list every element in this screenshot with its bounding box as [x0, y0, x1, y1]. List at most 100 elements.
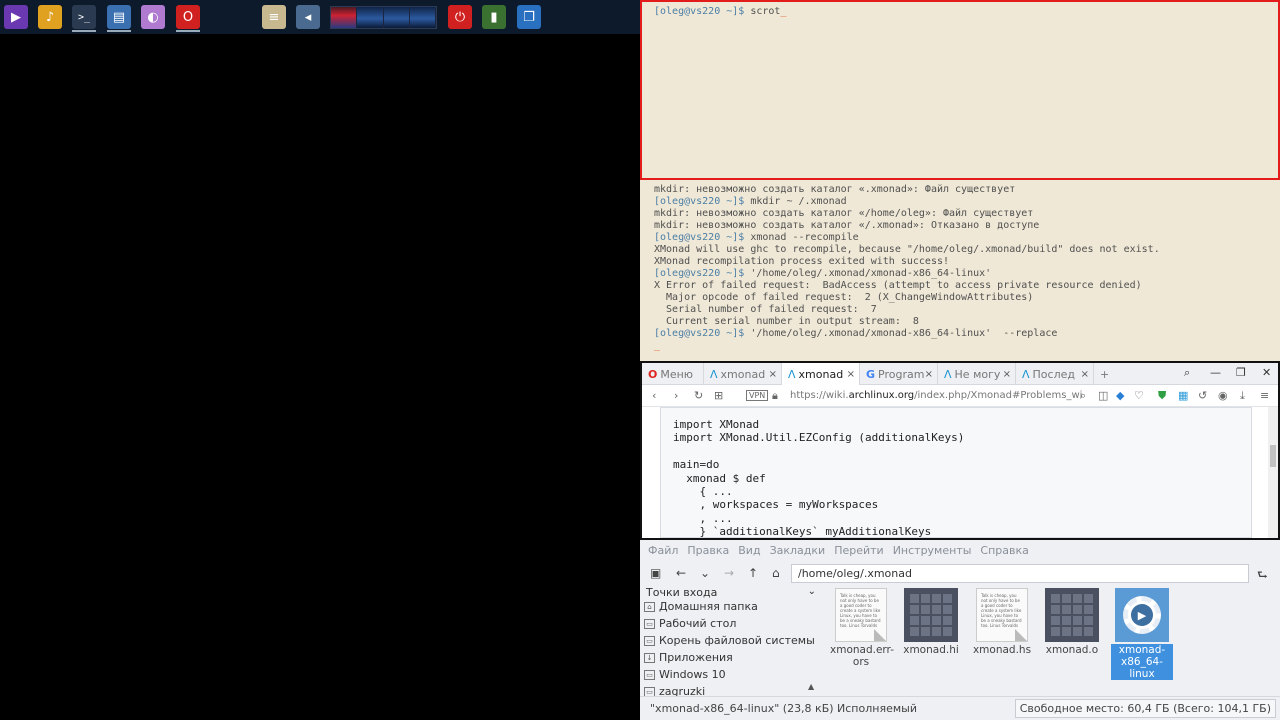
back-icon[interactable]: ‹: [652, 389, 656, 402]
terminal-output[interactable]: mkdir: невозможно создать каталог «.xmon…: [640, 180, 1280, 362]
menu-item[interactable]: Правка: [687, 544, 729, 557]
browser-menu-button[interactable]: O Меню: [642, 363, 704, 385]
places-header[interactable]: Точки входа ⌄: [640, 586, 820, 602]
snapshot-icon[interactable]: ◫: [1098, 389, 1108, 402]
workspace-3[interactable]: [383, 7, 410, 28]
home-icon[interactable]: ⌂: [772, 566, 780, 580]
terminal-text: XMonad will use ghc to recompile, becaus…: [654, 244, 1160, 255]
file-item[interactable]: ▶ xmonad- x86_64-linux: [1111, 588, 1173, 680]
tab-label: Послед: [1032, 367, 1075, 381]
vpn-badge[interactable]: VPN: [746, 390, 769, 401]
active-window-indicator: [176, 30, 200, 32]
workspace-4[interactable]: [409, 7, 436, 28]
workspace-1[interactable]: [331, 7, 358, 28]
audio-mixer-icon[interactable]: ♪: [38, 5, 62, 29]
gear-icon: ▶: [1123, 596, 1161, 634]
search-page-icon[interactable]: ⌕: [1080, 389, 1086, 403]
place-item[interactable]: ▭ Windows 10: [644, 666, 726, 683]
extension-icon[interactable]: ▦: [1178, 389, 1188, 402]
terminal-text: xmonad --recompile: [744, 232, 859, 243]
opera-browser-icon[interactable]: O: [176, 5, 200, 29]
menu-item[interactable]: Файл: [648, 544, 678, 557]
windows-list-icon[interactable]: ❐: [517, 5, 541, 29]
reload-icon[interactable]: ↻: [694, 389, 703, 402]
place-label: Приложения: [659, 651, 733, 664]
heart-icon[interactable]: ♡: [1134, 389, 1144, 402]
chevron-down-icon[interactable]: ⌄: [808, 586, 816, 597]
menu-item[interactable]: Справка: [980, 544, 1028, 557]
media-player-icon[interactable]: ▶: [4, 5, 28, 29]
workspace-pager[interactable]: [330, 6, 437, 29]
close-tab-icon[interactable]: ×: [1081, 369, 1089, 380]
download-icon[interactable]: ⤓: [1240, 389, 1245, 403]
arch-icon: Λ: [1022, 367, 1030, 381]
terminal-text: XMonad recompilation process exited with…: [654, 256, 950, 267]
volume-icon[interactable]: ◂: [296, 5, 320, 29]
adblock-icon[interactable]: ⛊: [1158, 389, 1166, 403]
go-icon[interactable]: ⮑: [1257, 566, 1268, 587]
search-tabs-icon[interactable]: ⌕: [1184, 366, 1190, 380]
file-manager-window: Файл Правка Вид Закладки Перейти Инструменты С…: [640, 540, 1280, 720]
browser-tab[interactable]: Λ Не могу ×: [938, 363, 1016, 385]
close-tab-icon[interactable]: ×: [769, 369, 777, 380]
new-tab-icon[interactable]: ▣: [650, 566, 661, 580]
file-manager-icon[interactable]: ▤: [107, 5, 131, 29]
graphics-editor-icon[interactable]: ◐: [141, 5, 165, 29]
menu-item[interactable]: Инструменты: [893, 544, 972, 557]
close-window-icon[interactable]: ✕: [1262, 366, 1271, 379]
place-item[interactable]: ▭ zagruzki: [644, 683, 705, 696]
menu-item[interactable]: Перейти: [834, 544, 884, 557]
easy-setup-icon[interactable]: ≡: [1260, 389, 1269, 402]
workspace-2[interactable]: [357, 7, 384, 28]
file-item[interactable]: Talk is cheap, you not only have to be a…: [971, 588, 1033, 656]
wallet-icon[interactable]: ◉: [1218, 389, 1228, 402]
forward-arrow-icon[interactable]: →: [724, 566, 734, 580]
place-item[interactable]: ↓ Приложения: [644, 649, 733, 666]
menu-item[interactable]: Вид: [738, 544, 760, 557]
close-tab-icon[interactable]: ×: [925, 369, 933, 380]
terminal-prompt-line: [oleg@vs220 ~]$ scrot_: [654, 6, 1266, 18]
tab-label: Program: [878, 367, 925, 381]
up-arrow-icon[interactable]: ↑: [748, 566, 758, 580]
scrollbar-thumb[interactable]: [1270, 445, 1276, 467]
history-dropdown-icon[interactable]: ⌄: [700, 566, 710, 580]
page-scrollbar[interactable]: [1268, 407, 1278, 538]
file-item[interactable]: xmonad.hi: [900, 588, 962, 656]
menu-item[interactable]: Закладки: [770, 544, 826, 557]
browser-tab[interactable]: Λxmonad ×: [782, 363, 860, 385]
url-text[interactable]: https://wiki.archlinux.org/index.php/Xmo…: [790, 390, 1082, 401]
terminal-icon[interactable]: >_: [72, 5, 96, 29]
file-grid: Talk is cheap, you not only have to be a…: [830, 588, 1280, 698]
place-item[interactable]: ▭ Корень файловой системы: [644, 632, 815, 649]
power-icon[interactable]: ⏻: [448, 5, 472, 29]
new-tab-button[interactable]: +: [1094, 363, 1115, 385]
back-arrow-icon[interactable]: ←: [676, 566, 686, 580]
close-tab-icon[interactable]: ×: [1003, 369, 1011, 380]
active-window-indicator: [107, 30, 131, 32]
sync-icon[interactable]: ↺: [1198, 389, 1207, 402]
arch-icon: Λ: [944, 367, 952, 381]
terminal-text: mkdir: невозможно создать каталог «/.xmo…: [654, 220, 1040, 231]
system-monitor-icon[interactable]: ▮: [482, 5, 506, 29]
terminal-cursor: _: [654, 340, 661, 351]
shield-icon[interactable]: ◆: [1116, 389, 1124, 402]
speed-dial-icon[interactable]: ⊞: [714, 389, 723, 402]
browser-tab[interactable]: Λ Послед ×: [1016, 363, 1094, 385]
terminal-focused[interactable]: [oleg@vs220 ~]$ scrot_: [640, 0, 1280, 180]
place-item[interactable]: ▭ Рабочий стол: [644, 615, 736, 632]
browser-tab[interactable]: Λxmonad ×: [704, 363, 782, 385]
browser-window[interactable]: O Меню Λxmonad × Λxmonad × G Program × Λ Не могу…: [640, 361, 1280, 540]
file-item[interactable]: xmonad.o: [1041, 588, 1103, 656]
places-scrollbar[interactable]: ▲: [808, 602, 818, 696]
forward-icon[interactable]: ›: [674, 389, 678, 402]
file-item[interactable]: Talk is cheap, you not only have to be a…: [830, 588, 894, 668]
place-item[interactable]: ⌂ Домашняя папка: [644, 602, 758, 615]
restore-icon[interactable]: ❐: [1236, 366, 1246, 379]
path-input[interactable]: /home/oleg/.xmonad: [791, 564, 1249, 583]
close-tab-icon[interactable]: ×: [847, 369, 855, 380]
browser-tab[interactable]: G Program ×: [860, 363, 938, 385]
terminal-line: Serial number of failed request: 7: [654, 304, 1266, 316]
scroll-up-icon[interactable]: ▲: [808, 682, 814, 691]
minimize-icon[interactable]: —: [1210, 366, 1221, 379]
notes-icon[interactable]: ≡: [262, 5, 286, 29]
